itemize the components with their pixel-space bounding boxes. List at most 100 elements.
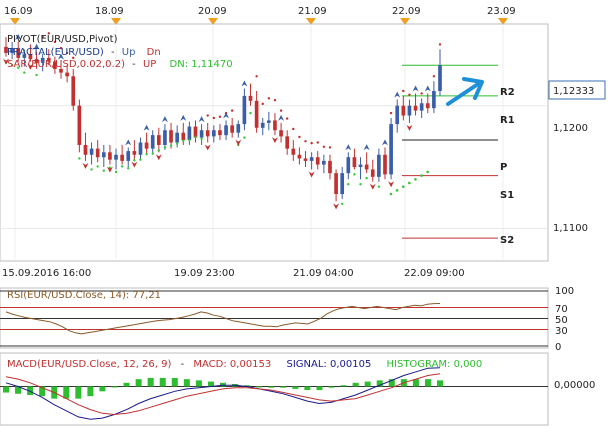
candle-body xyxy=(260,122,265,128)
sar-dot xyxy=(90,168,93,171)
sar-dot xyxy=(78,157,81,160)
rsi-tick-label: 70 xyxy=(555,304,568,315)
sar-dot xyxy=(120,165,124,168)
candle-body xyxy=(120,154,124,161)
sar-dot xyxy=(365,176,368,180)
candle-body xyxy=(309,157,314,161)
candle-body xyxy=(377,154,381,177)
candle-body xyxy=(352,157,357,168)
candle-body xyxy=(156,135,161,145)
pivot-label-s2: S2 xyxy=(500,235,514,246)
histogram-bar xyxy=(256,386,263,388)
candle-body xyxy=(218,130,222,136)
candle-body xyxy=(65,72,69,77)
candle-body xyxy=(407,105,412,116)
sar-dot xyxy=(249,111,252,115)
histogram-bar xyxy=(364,381,371,387)
sar-dot xyxy=(133,159,136,162)
candle-body xyxy=(71,76,76,106)
fractal-legend-name: FRACTAL(EUR/USD) xyxy=(7,47,104,58)
sar-dot xyxy=(408,93,411,96)
sar-dot xyxy=(230,109,234,112)
candle-body xyxy=(364,164,369,170)
candle-body xyxy=(108,152,112,160)
candle-body xyxy=(432,90,436,109)
histogram-bar xyxy=(437,380,443,387)
sar-dot xyxy=(432,75,436,78)
candle-body xyxy=(370,169,375,177)
histogram-bar xyxy=(316,386,323,391)
pivot-label-r2: R2 xyxy=(500,87,515,98)
sar-dot xyxy=(426,170,429,174)
candle-body xyxy=(315,157,320,165)
sar-dot xyxy=(292,127,295,131)
fractal-dn-label: Dn xyxy=(147,47,161,58)
candle-body xyxy=(95,148,100,158)
sar-dot xyxy=(200,137,203,141)
candle-body xyxy=(267,120,271,123)
candle-body xyxy=(438,65,442,91)
pivot-label-p: P xyxy=(500,162,507,173)
candle-body xyxy=(230,125,235,133)
candle-body xyxy=(401,105,406,116)
candle-body xyxy=(224,125,228,136)
sar-dot xyxy=(255,75,258,78)
histogram-bar xyxy=(75,386,82,399)
candle-body xyxy=(419,103,424,111)
candle-body xyxy=(273,120,277,131)
sar-dot xyxy=(163,146,167,149)
sar-dot xyxy=(389,192,393,196)
price-tick-label: 1,1200 xyxy=(553,123,588,134)
sar-dot xyxy=(35,73,38,77)
sar-dot xyxy=(310,141,313,145)
histogram-bar xyxy=(63,386,70,399)
rsi-tick-label: 100 xyxy=(555,286,574,297)
rsi-legend: RSI(EUR/USD.Close, 14): 77,21 xyxy=(7,290,161,301)
sar-dot xyxy=(402,89,405,93)
histogram-bar xyxy=(424,379,431,387)
top-date-label: 16.09 xyxy=(4,6,33,17)
candle-body xyxy=(163,130,167,145)
candle-body xyxy=(328,160,332,174)
macd-legend: MACD(EUR/USD.Close, 12, 26, 9) - MACD: 0… xyxy=(7,359,482,370)
candle-body xyxy=(138,142,143,155)
sar-dot xyxy=(328,146,332,149)
rsi-tick-label: 50 xyxy=(555,315,568,326)
histogram-bar xyxy=(207,381,214,387)
pivot-legend: PIVOT(EUR/USD,Pivot) xyxy=(7,34,118,45)
sar-dot xyxy=(151,152,154,155)
candle-body xyxy=(358,164,363,168)
sar-up-label: UP xyxy=(143,59,156,70)
candle-body xyxy=(205,130,210,137)
sar-dot xyxy=(188,138,191,142)
trading-chart: 16.09 18.09 20.09 21.09 22.09 23.09 R2 R… xyxy=(0,0,610,427)
time-label: 19.09 23:00 xyxy=(174,268,235,279)
chart-root: 16.09 18.09 20.09 21.09 22.09 23.09 R2 R… xyxy=(0,0,610,427)
candle-body xyxy=(211,130,216,137)
sar-dot xyxy=(420,92,423,95)
histogram-bar xyxy=(123,382,130,387)
candle-body xyxy=(77,105,82,145)
sar-dot xyxy=(420,174,423,177)
histogram-bar xyxy=(171,377,178,387)
sar-dot xyxy=(353,173,356,176)
sar-dot xyxy=(304,140,307,143)
sar-dot xyxy=(395,189,399,192)
sar-dot xyxy=(414,177,417,181)
time-label: 22.09 09:00 xyxy=(404,268,465,279)
candle-body xyxy=(322,160,326,165)
candle-body xyxy=(248,95,253,101)
histogram-bar xyxy=(280,386,287,388)
sar-dot xyxy=(408,181,411,185)
legend-separator: - xyxy=(111,47,115,58)
candle-body xyxy=(150,135,155,149)
candle-body xyxy=(395,105,400,125)
sar-dot xyxy=(347,182,350,186)
sar-dot xyxy=(182,139,185,142)
candle-body xyxy=(413,105,418,111)
candle-body xyxy=(254,100,259,128)
candle-body xyxy=(334,173,338,195)
signal-value-label: SIGNAL: 0,00105 xyxy=(286,359,371,370)
sar-dot xyxy=(316,141,319,144)
candle-body xyxy=(132,151,137,155)
